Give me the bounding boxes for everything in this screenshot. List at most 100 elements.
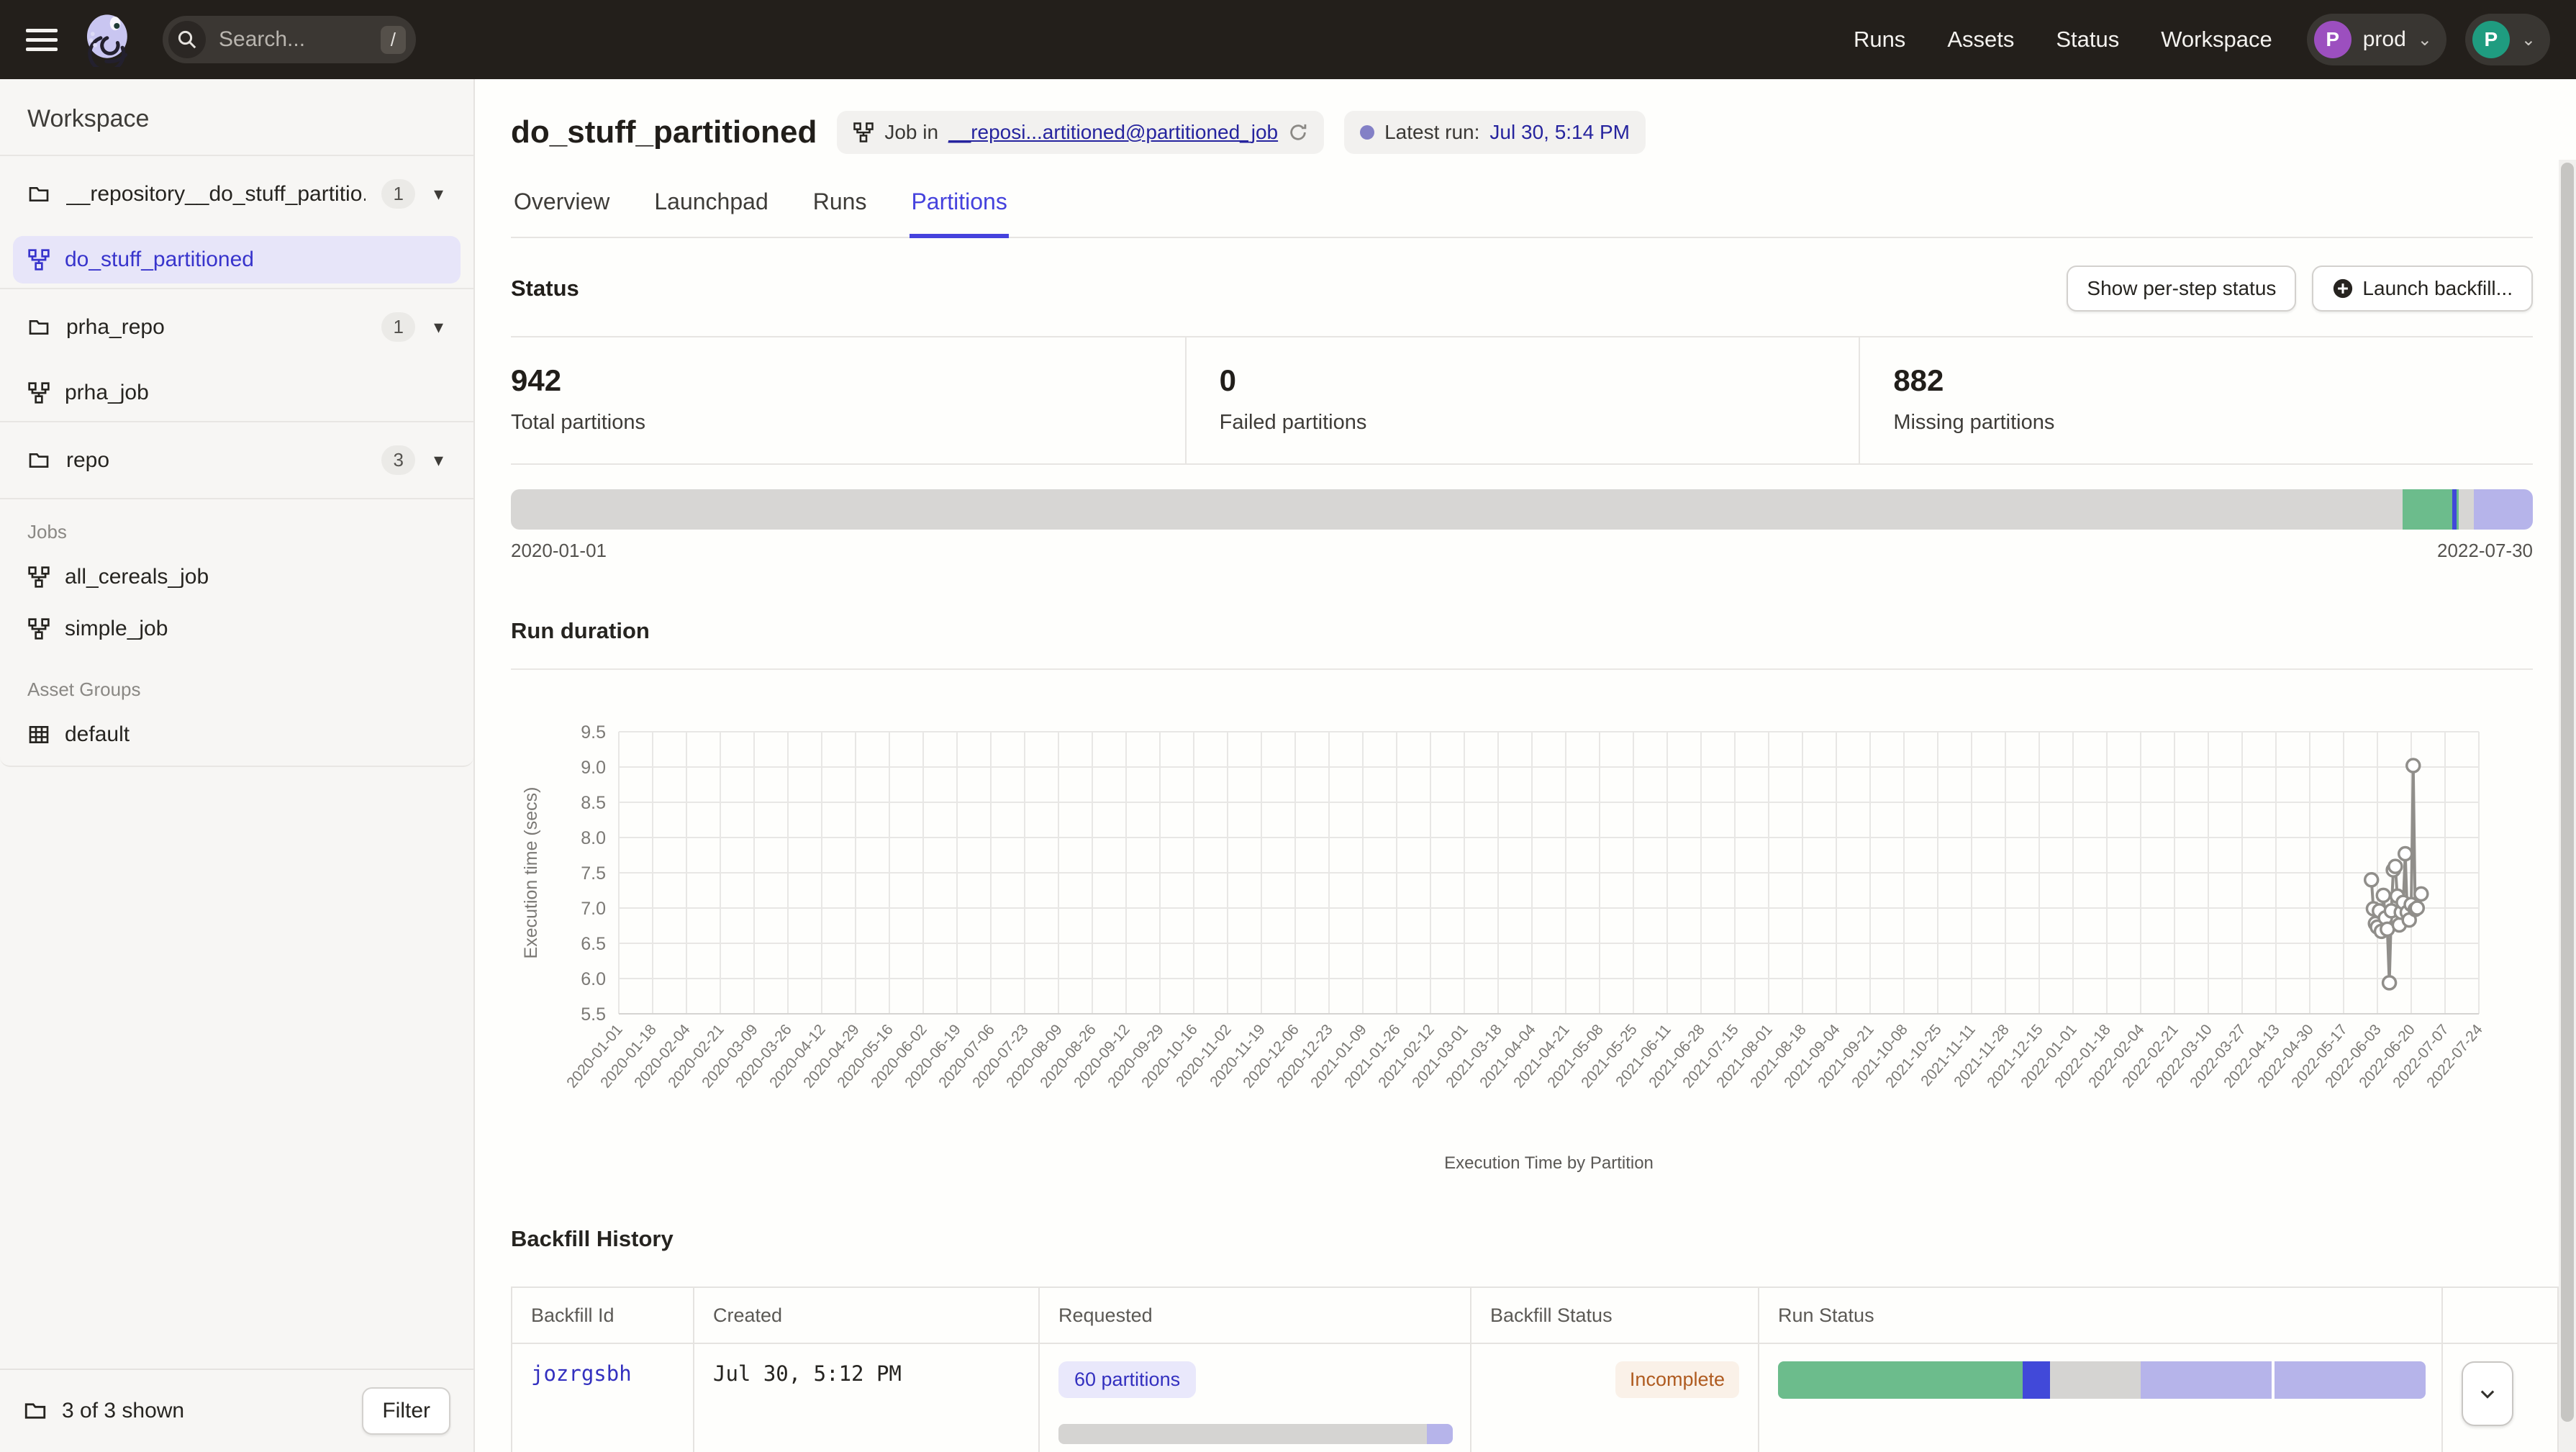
sidebar-item-all-cereals-job[interactable]: all_cereals_job — [13, 553, 461, 601]
svg-text:5.5: 5.5 — [581, 1004, 606, 1025]
search-input[interactable]: Search... / — [163, 16, 416, 63]
group-label: default — [65, 722, 130, 747]
repo-expand-caret[interactable]: ▾ — [431, 183, 446, 205]
vertical-scrollbar[interactable] — [2559, 160, 2576, 1452]
svg-text:9.0: 9.0 — [581, 758, 606, 778]
stat-value: 882 — [1893, 363, 2533, 398]
job-label: do_stuff_partitioned — [65, 248, 254, 272]
nav-assets[interactable]: Assets — [1947, 27, 2014, 53]
sidebar-asset-groups-section-label: Asset Groups — [0, 657, 473, 707]
sidebar-repo-repo[interactable]: repo 3 ▾ — [0, 421, 473, 499]
sidebar-footer: 3 of 3 shown Filter — [0, 1369, 473, 1452]
job-icon — [27, 617, 50, 640]
sidebar-item-do-stuff-partitioned[interactable]: do_stuff_partitioned — [13, 236, 461, 283]
partition-range-start: 2020-01-01 — [511, 540, 607, 562]
tab-partitions[interactable]: Partitions — [910, 178, 1008, 238]
folder-icon — [27, 183, 50, 206]
svg-text:6.5: 6.5 — [581, 934, 606, 954]
job-icon — [27, 381, 50, 404]
nav-runs[interactable]: Runs — [1854, 27, 1905, 53]
job-label: prha_job — [65, 381, 149, 405]
backfill-table-header: Backfill Id Created Requested Backfill S… — [512, 1287, 2558, 1343]
job-label: simple_job — [65, 617, 168, 641]
job-label: all_cereals_job — [65, 565, 209, 589]
tab-runs[interactable]: Runs — [812, 178, 869, 237]
col-run-status: Run Status — [1759, 1287, 2442, 1343]
sidebar-repo-prha-repo[interactable]: prha_repo 1 ▾ — [0, 288, 473, 365]
row-expand-button[interactable] — [2462, 1361, 2513, 1426]
repo-expand-caret[interactable]: ▾ — [431, 449, 446, 471]
top-navbar: Search... / Runs Assets Status Workspace… — [0, 0, 2576, 79]
deployment-switcher[interactable]: P prod ⌄ — [2307, 14, 2446, 65]
page-title: do_stuff_partitioned — [511, 114, 817, 150]
dagster-logo-icon[interactable] — [82, 12, 134, 67]
scrollbar-thumb[interactable] — [2561, 163, 2574, 1422]
svg-text:6.0: 6.0 — [581, 969, 606, 989]
svg-text:9.5: 9.5 — [581, 722, 606, 743]
workspace-sidebar: Workspace __repository__do_stuff_partiti… — [0, 79, 475, 1452]
repo-expand-caret[interactable]: ▾ — [431, 316, 446, 338]
user-avatar: P — [2472, 21, 2510, 58]
latest-run-link[interactable]: Jul 30, 5:14 PM — [1489, 121, 1630, 144]
col-requested: Requested — [1039, 1287, 1471, 1343]
filter-button[interactable]: Filter — [362, 1387, 450, 1435]
user-menu[interactable]: P ⌄ — [2465, 14, 2550, 65]
reload-icon[interactable] — [1288, 122, 1308, 142]
backfill-table: Backfill Id Created Requested Backfill S… — [511, 1287, 2559, 1452]
backfill-table-row: jozrgsbh Jul 30, 5:12 PM 60 partitions 2… — [512, 1343, 2558, 1452]
status-section-title: Status — [511, 276, 579, 301]
stat-value: 942 — [511, 363, 1185, 398]
stat-label: Missing partitions — [1893, 411, 2533, 435]
sidebar-repo-repository-do-stuff[interactable]: __repository__do_stuff_partitio... 1 ▾ — [0, 155, 473, 232]
sidebar-item-default-group[interactable]: default — [0, 711, 473, 767]
nav-status[interactable]: Status — [2056, 27, 2119, 53]
repo-count-badge: 1 — [381, 312, 414, 342]
menu-icon[interactable] — [26, 29, 58, 51]
launch-backfill-button[interactable]: Launch backfill... — [2312, 266, 2533, 312]
stat-label: Failed partitions — [1220, 411, 1859, 435]
stat-label: Total partitions — [511, 411, 1185, 435]
col-backfill-status: Backfill Status — [1471, 1287, 1759, 1343]
tab-overview[interactable]: Overview — [512, 178, 611, 237]
deployment-name: prod — [2363, 27, 2406, 52]
svg-text:8.5: 8.5 — [581, 793, 606, 813]
job-origin-tag: Job in __reposi...artitioned@partitioned… — [837, 111, 1324, 154]
chevron-down-icon: ⌄ — [2521, 30, 2536, 50]
job-icon — [27, 566, 50, 589]
requested-range-bar — [1058, 1424, 1453, 1444]
folder-icon — [23, 1399, 47, 1423]
job-origin-prefix: Job in — [884, 121, 938, 144]
run-duration-chart: 5.56.06.57.07.58.08.59.09.52020-01-01202… — [511, 720, 2511, 1183]
folder-icon — [27, 316, 50, 339]
asset-group-icon — [27, 723, 50, 746]
col-created: Created — [694, 1287, 1039, 1343]
sidebar-item-simple-job[interactable]: simple_job — [13, 605, 461, 653]
latest-run-tag: Latest run: Jul 30, 5:14 PM — [1344, 111, 1646, 154]
search-icon — [168, 21, 206, 58]
search-placeholder: Search... — [219, 27, 381, 52]
requested-partitions-pill[interactable]: 60 partitions — [1058, 1361, 1196, 1398]
show-per-step-status-button[interactable]: Show per-step status — [2067, 266, 2296, 312]
run-status-bar[interactable] — [1778, 1361, 2426, 1399]
sidebar-item-prha-job[interactable]: prha_job — [13, 369, 461, 417]
backfill-status-badge: Incomplete — [1615, 1361, 1739, 1398]
repo-name: repo — [66, 448, 366, 473]
plus-circle-icon — [2332, 278, 2354, 299]
sidebar-jobs-section-label: Jobs — [0, 499, 473, 549]
latest-run-label: Latest run: — [1384, 121, 1479, 144]
svg-text:7.0: 7.0 — [581, 899, 606, 919]
backfill-id-link[interactable]: jozrgsbh — [531, 1361, 632, 1386]
tab-launchpad[interactable]: Launchpad — [653, 178, 769, 237]
job-tabs: Overview Launchpad Runs Partitions — [511, 178, 2533, 238]
partition-status-bar[interactable] — [511, 489, 2533, 530]
svg-text:8.0: 8.0 — [581, 828, 606, 848]
col-backfill-id: Backfill Id — [512, 1287, 694, 1343]
svg-text:Execution time (secs): Execution time (secs) — [521, 787, 541, 959]
sidebar-title: Workspace — [0, 79, 473, 155]
job-origin-link[interactable]: __reposi...artitioned@partitioned_job — [948, 121, 1278, 144]
svg-text:7.5: 7.5 — [581, 863, 606, 884]
deployment-avatar: P — [2314, 21, 2351, 58]
nav-workspace[interactable]: Workspace — [2161, 27, 2272, 53]
folder-icon — [27, 449, 50, 472]
repo-name: prha_repo — [66, 315, 366, 340]
